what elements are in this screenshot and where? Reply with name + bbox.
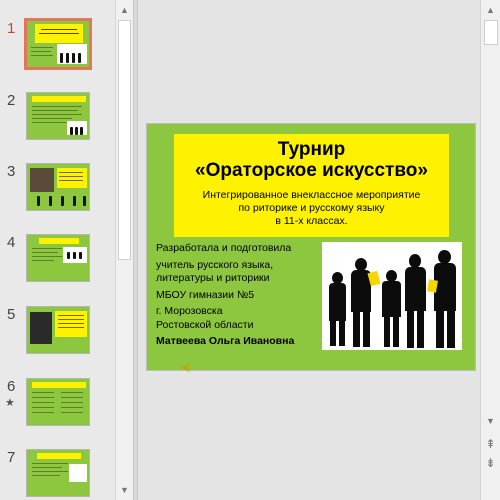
previous-slide-icon[interactable]: ⇞ xyxy=(481,436,500,452)
slide-number: 4 xyxy=(7,234,16,251)
scroll-down-arrow-icon[interactable]: ▼ xyxy=(116,481,133,499)
animation-star-icon: ★ xyxy=(5,397,15,409)
thumbnail-row-2[interactable]: 2 xyxy=(0,92,115,152)
author-line-1: Разработала и подготовила xyxy=(156,242,292,254)
author-line-5: г. Морозовска xyxy=(156,305,223,317)
slide-thumbnail-5[interactable] xyxy=(26,306,90,354)
thumbnail-row-1[interactable]: 1 xyxy=(0,18,115,80)
author-line-2: учитель русского языка, xyxy=(156,259,274,271)
scrollbar-thumb[interactable] xyxy=(118,20,131,260)
slide-thumbnail-pane: 1 2 3 4 5 6 ★ 7 xyxy=(0,0,115,500)
thumbnail-row-3[interactable]: 3 xyxy=(0,163,115,223)
slide-thumbnail-2[interactable] xyxy=(26,92,90,140)
author-line-6: Ростовской области xyxy=(156,319,254,331)
slide-thumbnail-1[interactable] xyxy=(24,18,92,70)
business-people-silhouettes-image[interactable] xyxy=(322,242,462,350)
speaker-icon[interactable]: ◀) xyxy=(181,362,191,373)
scrollbar-thumb[interactable] xyxy=(484,20,498,45)
slide-thumbnail-7[interactable] xyxy=(26,449,90,497)
thumbnail-row-7[interactable]: 7 xyxy=(0,449,115,500)
slide-thumbnail-3[interactable] xyxy=(26,163,90,211)
scroll-down-arrow-icon[interactable]: ▼ xyxy=(481,413,500,429)
scroll-up-arrow-icon[interactable]: ▲ xyxy=(481,2,500,18)
slide-title-line-2: «Ораторское искусство» xyxy=(195,160,428,181)
slide-number: 1 xyxy=(7,20,16,37)
slide-thumbnail-4[interactable] xyxy=(26,234,90,282)
slide-title-line-1: Турнир xyxy=(277,139,346,160)
thumbnail-scrollbar[interactable]: ▲ ▼ xyxy=(115,0,133,500)
slide-subtitle-line-2: по риторике и русскому языку xyxy=(238,202,385,214)
slide-number: 3 xyxy=(7,163,16,180)
scroll-up-arrow-icon[interactable]: ▲ xyxy=(116,1,133,19)
slide-number: 5 xyxy=(7,306,16,323)
thumbnail-row-5[interactable]: 5 xyxy=(0,306,115,366)
slide-thumbnail-6[interactable] xyxy=(26,378,90,426)
author-name: Матвеева Ольга Ивановна xyxy=(156,335,295,347)
slide-number: 2 xyxy=(7,92,16,109)
slide-number: 6 xyxy=(7,378,16,395)
next-slide-icon[interactable]: ⇟ xyxy=(481,455,500,471)
author-line-4: МБОУ гимназии №5 xyxy=(156,289,255,301)
slide-subtitle-line-1: Интегрированное внеклассное мероприятие xyxy=(202,189,421,201)
current-slide[interactable]: Турнир «Ораторское искусство» Интегриров… xyxy=(146,123,476,373)
slide-scrollbar[interactable]: ▲ ▼ ⇞ ⇟ xyxy=(480,0,500,500)
thumbnail-row-4[interactable]: 4 xyxy=(0,234,115,294)
slide-subtitle-line-3: в 11-х классах. xyxy=(275,215,348,227)
title-placeholder[interactable]: Турнир «Ораторское искусство» Интегриров… xyxy=(174,134,449,237)
thumbnail-row-6[interactable]: 6 ★ xyxy=(0,378,115,438)
slide-number: 7 xyxy=(7,449,16,466)
author-line-3: литературы и риторики xyxy=(156,272,270,284)
